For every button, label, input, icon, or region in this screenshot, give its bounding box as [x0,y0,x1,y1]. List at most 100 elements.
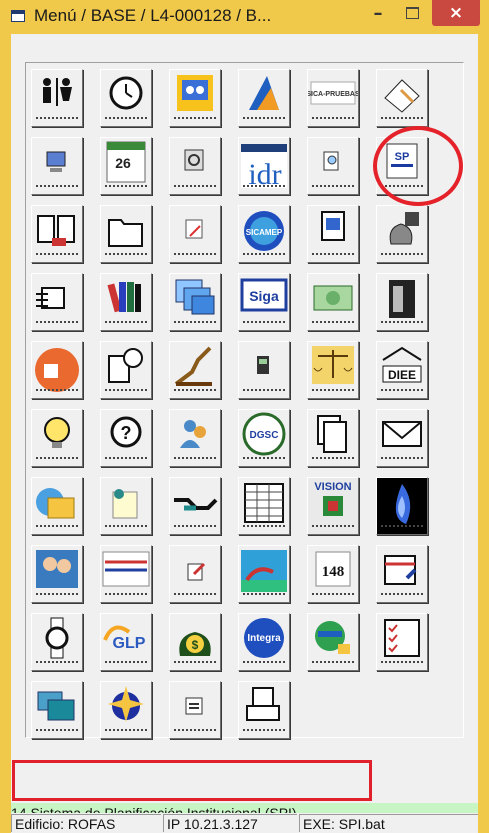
app-button-idr-logo[interactable]: idridr [238,137,290,195]
svg-text:Siga: Siga [249,288,279,304]
app-button-envelope[interactable] [376,409,428,467]
app-caption-dots [381,117,423,121]
app-button-file-cabinet[interactable] [376,273,428,331]
app-button-blue-flame[interactable] [376,477,428,535]
app-button-sicamep-globe[interactable]: SICAMEPSICAMEP [238,205,290,263]
app-caption-dots [312,185,354,189]
highlight-circle-annotation [373,126,463,206]
app-button-blue-triangle-logo[interactable] [238,69,290,127]
svg-text:$: $ [192,638,199,652]
app-button-printer-document[interactable] [238,681,290,739]
app-button-siga[interactable]: SigaSiga [238,273,290,331]
app-caption-dots [243,593,285,597]
main-window: Menú / BASE / L4-000128 / B... – × 14 Si… [0,0,489,833]
app-button-folder[interactable] [100,205,152,263]
app-button-users[interactable] [169,409,221,467]
app-button-spreadsheet[interactable] [238,477,290,535]
app-button-glp-logo[interactable]: GLPGLP [100,613,152,671]
svg-text:DIEE: DIEE [388,368,416,382]
app-button-checklist[interactable] [376,613,428,671]
app-button-magnifier-document[interactable] [169,137,221,195]
app-button-globe-key[interactable] [307,613,359,671]
app-caption-dots [36,321,78,325]
status-bar: Edificio: ROFAS IP 10.21.3.127 EXE: SPI.… [11,813,478,833]
app-button-banner-screen[interactable] [100,545,152,603]
app-caption-dots [174,117,216,121]
app-button-phone[interactable] [238,341,290,399]
app-button-money-bag[interactable] [376,205,428,263]
app-caption-dots [174,321,216,325]
app-button-diee-building[interactable]: DIEEDIEE [376,341,428,399]
app-button-dgsp[interactable] [169,69,221,127]
app-caption-dots [381,457,423,461]
app-caption-dots [36,593,78,597]
svg-text:GLP: GLP [113,635,146,652]
app-button-star-burst[interactable] [100,681,152,739]
app-button-window-form[interactable] [169,681,221,739]
app-button-document-sheet[interactable] [307,205,359,263]
app-button-handshake[interactable] [169,477,221,535]
app-button-money-sack[interactable]: $$ [169,613,221,671]
app-caption-dots [105,729,147,733]
app-caption-dots [36,389,78,393]
app-button-wristwatch[interactable] [31,613,83,671]
app-button-paper-pencil[interactable] [376,69,428,127]
app-button-help-question[interactable]: ?? [100,409,152,467]
app-button-dgsc-seal[interactable]: DGSCDGSC [238,409,290,467]
app-button-vision-cube[interactable]: VISIONVISION [307,477,359,535]
app-button-integra-logo[interactable]: IntegraIntegra [238,613,290,671]
app-button-graph-growth[interactable] [169,341,221,399]
app-button-pushpin-note[interactable] [100,477,152,535]
app-button-documents[interactable] [307,409,359,467]
app-caption-dots [381,661,423,665]
app-button-orange-folder[interactable] [31,341,83,399]
app-button-books[interactable] [100,273,152,331]
app-button-sica-pruebas[interactable]: SICA-PRUEBASSICA-PRUEBAS [307,69,359,127]
app-caption-dots [105,389,147,393]
app-button-pencil-note[interactable] [169,205,221,263]
app-button-edit-note[interactable] [169,545,221,603]
app-button-numbers-148[interactable]: 148148 [307,545,359,603]
app-button-beach-island[interactable] [238,545,290,603]
close-button[interactable]: × [432,0,480,26]
app-button-computer-user[interactable] [31,137,83,195]
app-caption-dots [36,525,78,529]
svg-text:?: ? [121,423,132,443]
app-caption-dots [174,593,216,597]
app-button-open-book[interactable] [31,205,83,263]
status-edificio: Edificio: ROFAS [11,814,161,832]
app-caption-dots [381,593,423,597]
app-button-globe-folder[interactable] [31,477,83,535]
app-button-people[interactable] [31,545,83,603]
app-caption-dots [312,661,354,665]
app-button-book-clock[interactable] [100,341,152,399]
app-button-money-bill[interactable] [307,273,359,331]
app-caption-dots [36,661,78,665]
app-button-search-document[interactable] [307,137,359,195]
maximize-button[interactable] [395,0,429,26]
app-caption-dots [174,729,216,733]
app-button-scales-justice[interactable] [307,341,359,399]
app-button-windows-stack[interactable] [169,273,221,331]
app-caption-dots [36,729,78,733]
app-caption-dots [243,389,285,393]
app-button-monitors[interactable] [31,681,83,739]
app-button-restroom[interactable] [31,69,83,127]
app-button-lightbulb[interactable] [31,409,83,467]
app-caption-dots [312,117,354,121]
svg-text:26: 26 [115,155,131,171]
svg-text:SICA-PRUEBAS: SICA-PRUEBAS [308,91,358,98]
app-caption-dots [105,321,147,325]
app-caption-dots [174,253,216,257]
app-button-clock[interactable] [100,69,152,127]
app-caption-dots [243,457,285,461]
app-caption-dots [36,253,78,257]
app-button-email-list[interactable] [31,273,83,331]
app-caption-dots [243,321,285,325]
app-button-calendar-edit[interactable] [376,545,428,603]
app-button-calendar[interactable]: 2626 [100,137,152,195]
app-caption-dots [174,389,216,393]
app-caption-dots [312,389,354,393]
title-bar[interactable]: Menú / BASE / L4-000128 / B... – × [0,0,489,34]
minimize-button[interactable]: – [361,0,395,26]
